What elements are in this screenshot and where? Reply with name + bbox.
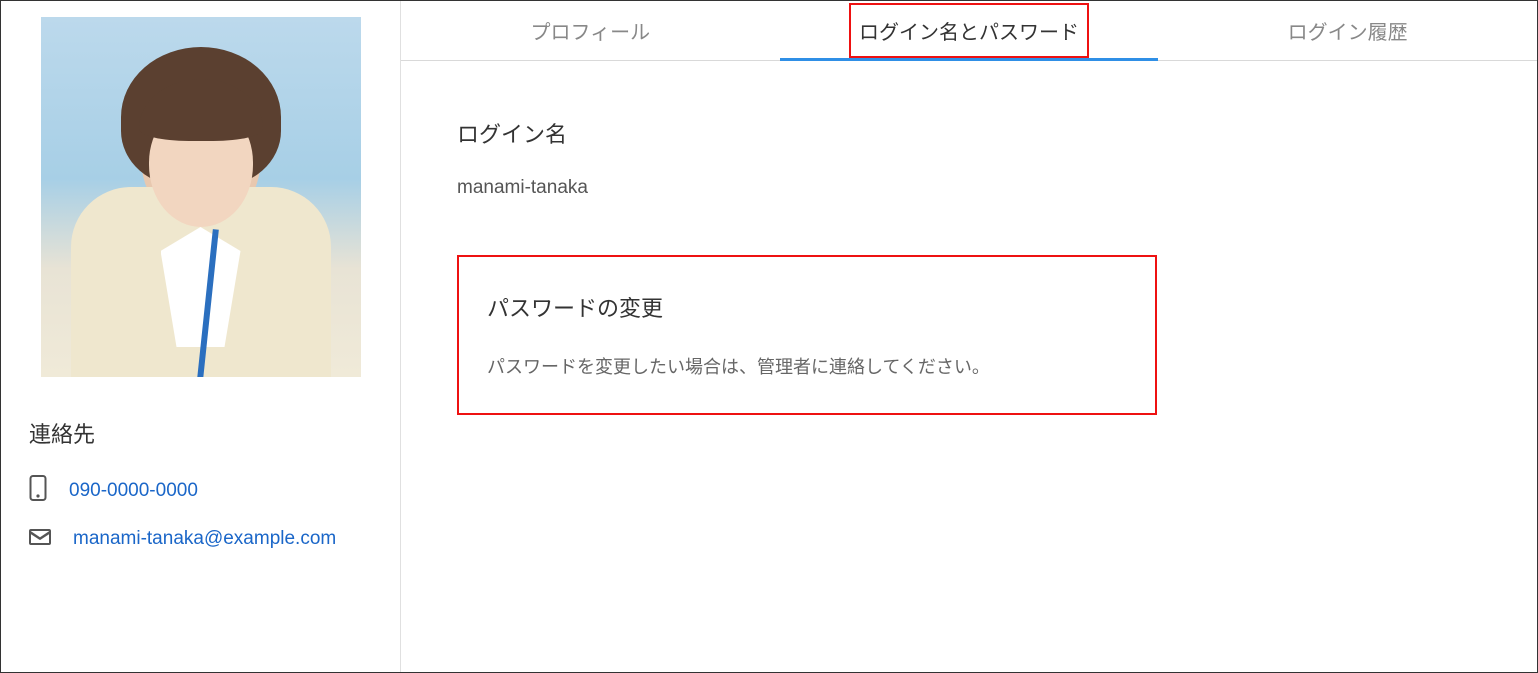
- mail-icon: [29, 529, 51, 550]
- contact-email-row: manami-tanaka@example.com: [29, 528, 372, 550]
- contact-phone-link[interactable]: 090-0000-0000: [69, 480, 198, 502]
- profile-sidebar: 連絡先 090-0000-0000 manami-tanaka@example.…: [1, 1, 401, 672]
- main-area: プロフィール ログイン名とパスワード ログイン履歴 ログイン名 manami-t…: [401, 1, 1537, 672]
- contact-phone-row: 090-0000-0000: [29, 475, 372, 506]
- login-name-label: ログイン名: [457, 117, 1481, 149]
- tab-login-password[interactable]: ログイン名とパスワード: [780, 1, 1159, 60]
- contact-email-link[interactable]: manami-tanaka@example.com: [73, 528, 336, 550]
- tab-content: ログイン名 manami-tanaka パスワードの変更 パスワードを変更したい…: [401, 61, 1537, 415]
- tab-login-password-label: ログイン名とパスワード: [859, 16, 1079, 45]
- phone-icon: [29, 475, 47, 506]
- tab-profile-label: プロフィール: [531, 16, 651, 45]
- password-change-title: パスワードの変更: [487, 291, 1127, 323]
- tab-profile[interactable]: プロフィール: [401, 1, 780, 60]
- contact-heading: 連絡先: [29, 417, 372, 449]
- login-name-value: manami-tanaka: [457, 177, 1481, 199]
- tab-login-history[interactable]: ログイン履歴: [1158, 1, 1537, 60]
- password-change-card: パスワードの変更 パスワードを変更したい場合は、管理者に連絡してください。: [457, 255, 1157, 415]
- tab-login-history-label: ログイン履歴: [1288, 16, 1408, 45]
- profile-photo: [41, 17, 361, 377]
- password-change-text: パスワードを変更したい場合は、管理者に連絡してください。: [487, 353, 1127, 379]
- tab-bar: プロフィール ログイン名とパスワード ログイン履歴: [401, 1, 1537, 61]
